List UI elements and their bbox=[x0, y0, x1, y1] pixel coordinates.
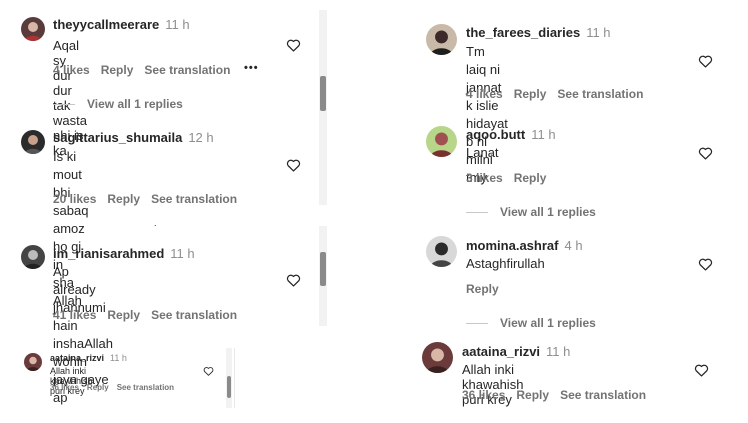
like-heart-icon[interactable] bbox=[203, 366, 214, 376]
likes-count[interactable]: 20 likes bbox=[53, 192, 96, 206]
see-translation-button[interactable]: See translation bbox=[151, 192, 237, 206]
scrollbar-track[interactable] bbox=[319, 226, 327, 326]
like-heart-icon[interactable] bbox=[698, 54, 713, 68]
reply-button[interactable]: Reply bbox=[516, 388, 549, 402]
like-heart-icon[interactable] bbox=[286, 38, 301, 52]
comment-username[interactable]: im_rianisarahmed 11 h bbox=[53, 246, 195, 261]
comment-time: 12 h bbox=[188, 130, 214, 145]
scrollbar-thumb[interactable] bbox=[320, 252, 326, 286]
likes-count[interactable]: 4 likes bbox=[53, 63, 90, 77]
avatar[interactable] bbox=[24, 353, 42, 371]
comment-username[interactable]: theyycallmeerare 11 h bbox=[53, 17, 190, 32]
reply-button[interactable]: Reply bbox=[514, 171, 547, 185]
see-translation-button[interactable]: See translation bbox=[560, 388, 646, 402]
comment-username[interactable]: sagittarius_shumaila 12 h bbox=[53, 130, 214, 145]
comment-text: Tm laiq ni jannat k islie hidayat b ni m… bbox=[466, 44, 508, 185]
likes-count[interactable]: 4 likes bbox=[466, 87, 503, 101]
avatar[interactable] bbox=[426, 126, 457, 157]
comment-username[interactable]: aqoo.butt 11 h bbox=[466, 127, 556, 142]
reply-line bbox=[466, 212, 488, 214]
comment-username[interactable]: momina.ashraf 4 h bbox=[466, 238, 583, 253]
comment-actions: 36 likes Reply See translation bbox=[462, 388, 657, 402]
reply-line bbox=[53, 104, 75, 106]
see-translation-button[interactable]: See translation bbox=[144, 63, 230, 77]
likes-count[interactable]: 3 likes bbox=[466, 171, 503, 185]
likes-count[interactable]: 36 likes bbox=[462, 388, 505, 402]
panel-divider bbox=[234, 348, 235, 408]
avatar[interactable] bbox=[422, 342, 453, 373]
see-translation-button[interactable]: See translation bbox=[117, 383, 174, 392]
scrollbar-thumb[interactable] bbox=[227, 376, 231, 398]
comment-time: 11 h bbox=[546, 344, 571, 359]
comment-time: 11 h bbox=[110, 353, 127, 363]
comment-text: Astaghfirullah bbox=[466, 256, 545, 271]
like-heart-icon[interactable] bbox=[694, 363, 709, 377]
comment-time: 11 h bbox=[165, 17, 190, 32]
reply-button[interactable]: Reply bbox=[107, 308, 140, 322]
see-translation-button[interactable]: See translation bbox=[151, 308, 237, 322]
comment-actions: 41 likes Reply See translation bbox=[53, 308, 248, 322]
comment-actions: 20 likes Reply See translation bbox=[53, 192, 248, 206]
like-heart-icon[interactable] bbox=[286, 158, 301, 172]
see-translation-button[interactable]: See translation bbox=[557, 87, 643, 101]
scrollbar-track[interactable] bbox=[319, 10, 327, 205]
avatar[interactable] bbox=[426, 236, 457, 267]
reply-line bbox=[466, 323, 488, 325]
likes-count[interactable]: 41 likes bbox=[53, 308, 96, 322]
view-replies-button[interactable]: View all 1 replies bbox=[466, 316, 596, 330]
avatar[interactable] bbox=[426, 24, 457, 55]
likes-count[interactable]: 36 likes bbox=[50, 383, 79, 392]
comment-actions: 4 likes Reply See translation bbox=[53, 63, 241, 77]
comment-actions: 3 likes Reply bbox=[466, 171, 557, 185]
comment-username[interactable]: aataina_rizvi 11 h bbox=[462, 344, 570, 359]
more-options-icon[interactable]: ••• bbox=[244, 62, 259, 74]
reply-button[interactable]: Reply bbox=[107, 192, 140, 206]
reply-button[interactable]: Reply bbox=[87, 383, 109, 392]
avatar[interactable] bbox=[21, 130, 45, 154]
comment-actions: Reply bbox=[466, 282, 510, 296]
like-heart-icon[interactable] bbox=[698, 146, 713, 160]
scrollbar-thumb[interactable] bbox=[320, 76, 326, 111]
like-heart-icon[interactable] bbox=[698, 257, 713, 271]
reply-button[interactable]: Reply bbox=[101, 63, 134, 77]
comment-actions: 36 likes Reply See translation bbox=[50, 383, 185, 392]
scrollbar-track[interactable] bbox=[226, 348, 232, 408]
reply-button[interactable]: Reply bbox=[466, 282, 499, 296]
comment-time: 11 h bbox=[586, 25, 611, 40]
comment-username[interactable]: the_farees_diaries 11 h bbox=[466, 25, 611, 40]
comment-actions: 4 likes Reply See translation bbox=[466, 87, 654, 101]
like-heart-icon[interactable] bbox=[286, 273, 301, 287]
comment-time: 4 h bbox=[564, 238, 583, 253]
comment-username[interactable]: aataina_rizvi 11 h bbox=[50, 353, 127, 363]
view-replies-button[interactable]: View all 1 replies bbox=[53, 97, 183, 111]
view-replies-button[interactable]: View all 1 replies bbox=[466, 205, 596, 219]
separator-dot: . bbox=[154, 218, 157, 228]
comment-time: 11 h bbox=[170, 246, 195, 261]
avatar[interactable] bbox=[21, 245, 45, 269]
comment-time: 11 h bbox=[531, 127, 556, 142]
reply-button[interactable]: Reply bbox=[514, 87, 547, 101]
avatar[interactable] bbox=[21, 17, 45, 41]
comment-text: Lanat bbox=[466, 145, 499, 160]
